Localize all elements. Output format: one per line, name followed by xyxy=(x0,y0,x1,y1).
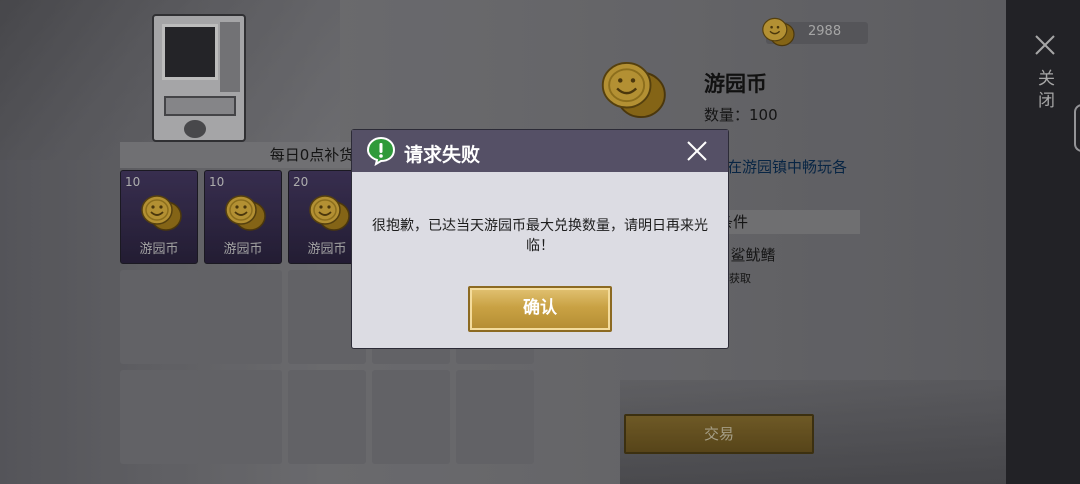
error-dialog: 请求失败 很抱歉，已达当天游园币最大兑换数量，请明日再来光临！ 确认 xyxy=(352,130,728,348)
close-icon[interactable] xyxy=(686,140,708,162)
alert-icon xyxy=(366,136,396,166)
confirm-button[interactable]: 确认 xyxy=(468,286,612,332)
dialog-title: 请求失败 xyxy=(404,144,481,166)
dialog-message: 很抱歉，已达当天游园币最大兑换数量，请明日再来光临！ xyxy=(372,218,708,254)
dialog-header: 请求失败 xyxy=(352,130,728,172)
